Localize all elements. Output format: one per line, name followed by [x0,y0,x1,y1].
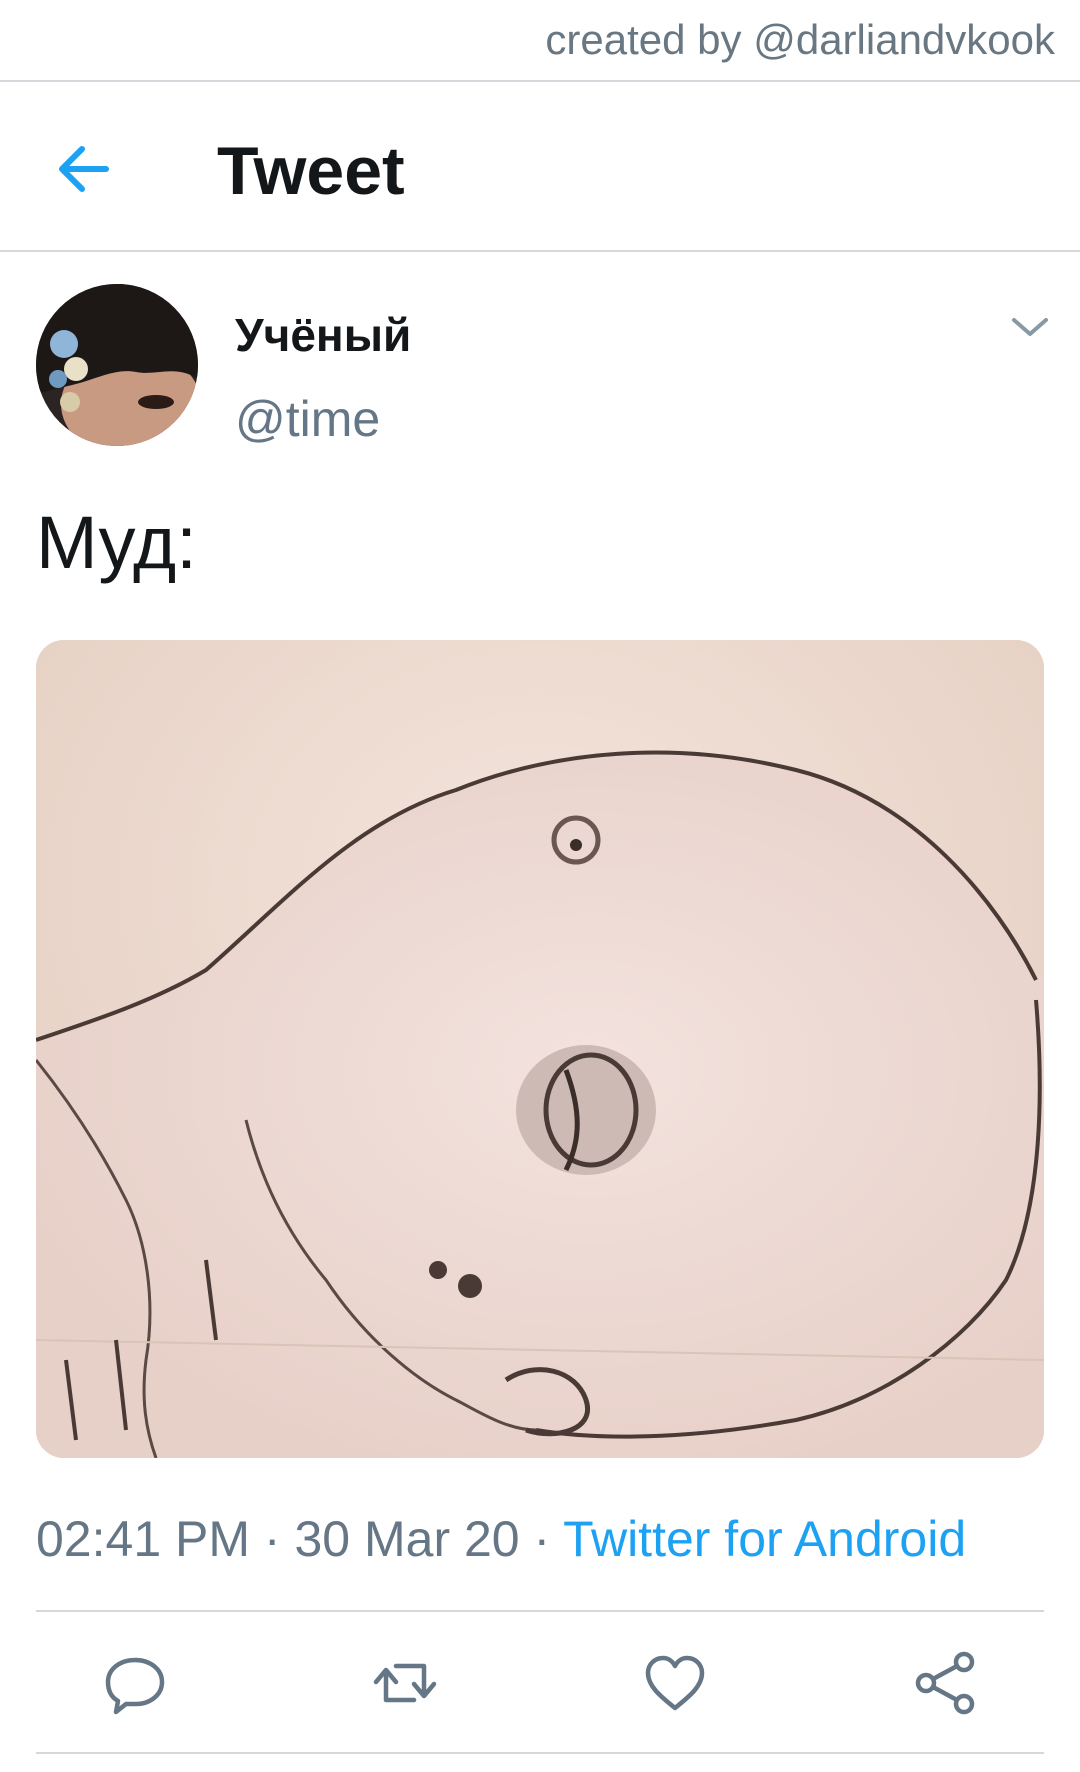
divider [36,1752,1044,1754]
tweet-date: 30 Mar 20 [294,1511,520,1567]
reply-button[interactable] [100,1648,170,1718]
tweet-image [36,640,1044,1458]
meta-separator: · [263,1511,281,1567]
author-display-name[interactable]: Учёный [235,308,411,362]
arrow-left-icon [59,146,109,192]
share-icon [915,1651,975,1715]
page-title: Tweet [217,133,405,209]
divider [36,1610,1044,1612]
avatar[interactable] [36,284,198,446]
retweet-button[interactable] [370,1648,440,1718]
more-options-button[interactable] [1008,312,1052,342]
reply-icon [105,1657,165,1715]
author-handle[interactable]: @time [235,390,380,448]
tweet-meta: 02:41 PM · 30 Mar 20 · Twitter for Andro… [36,1510,966,1568]
meta-separator: · [533,1511,551,1567]
chevron-down-icon [1012,318,1048,336]
tweet-source-link[interactable]: Twitter for Android [563,1511,966,1567]
like-icon [645,1655,705,1711]
watermark-bar: created by @darliandvkook [0,0,1080,82]
share-button[interactable] [910,1648,980,1718]
tweet-header: Tweet [0,82,1080,252]
tweet-text: Муд: [36,501,197,584]
watermark-text: created by @darliandvkook [545,16,1055,63]
tweet-time: 02:41 PM [36,1511,251,1567]
back-button[interactable] [50,134,120,204]
tweet-media[interactable] [36,640,1044,1458]
avatar-image [36,284,198,446]
like-button[interactable] [640,1648,710,1718]
retweet-icon [373,1663,437,1703]
